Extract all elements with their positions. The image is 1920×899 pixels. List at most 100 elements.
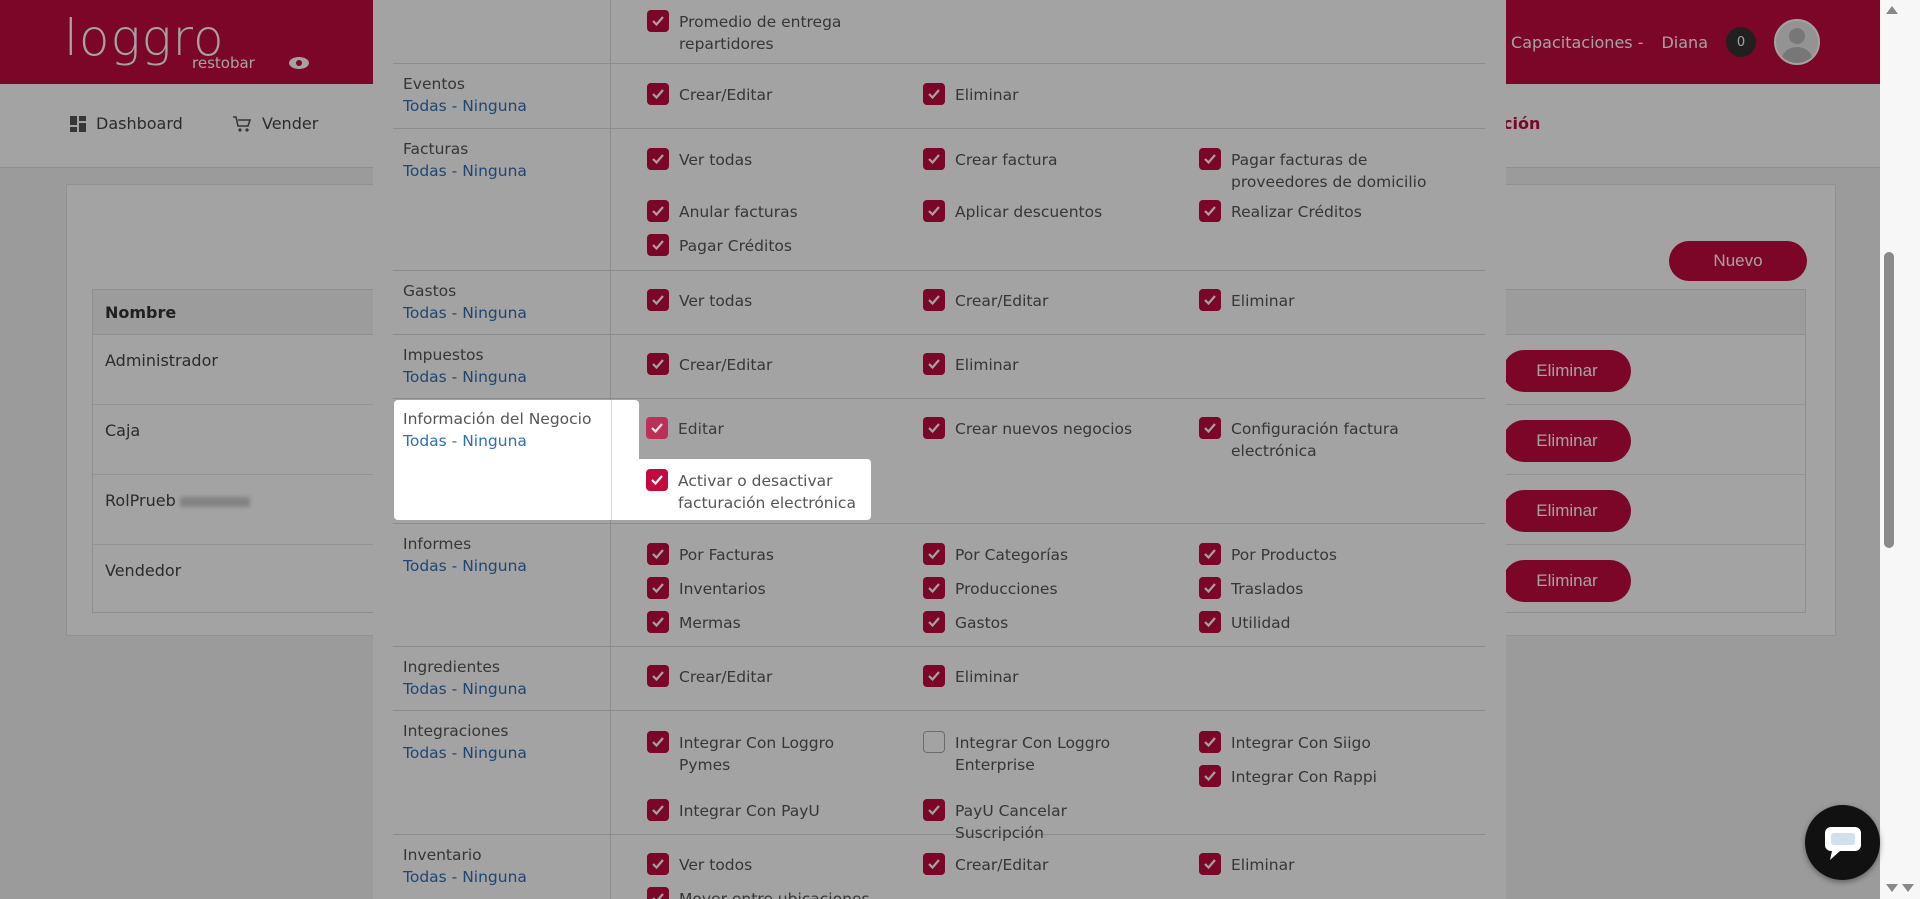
permission-checkbox[interactable]: Por Facturas (647, 543, 879, 566)
permission-checkbox[interactable]: Mermas (647, 611, 879, 634)
select-none-link[interactable]: Ninguna (462, 868, 527, 886)
chat-button[interactable] (1805, 805, 1880, 880)
checkbox-checked-icon (646, 417, 668, 439)
select-none-link[interactable]: Ninguna (462, 432, 527, 450)
select-all-link[interactable]: Todas (403, 868, 447, 886)
permission-checkbox[interactable]: Producciones (923, 577, 1155, 600)
checkbox-checked-icon (647, 799, 669, 821)
separator: - (446, 432, 463, 450)
permission-checkbox[interactable]: Crear/Editar (647, 83, 879, 106)
permission-checkbox[interactable]: Ver todas (647, 289, 879, 312)
permission-checkbox[interactable]: Utilidad (1199, 611, 1431, 634)
checkbox-checked-icon (647, 543, 669, 565)
permission-row-label: Inventario Todas - Ninguna (393, 835, 611, 899)
checkbox-checked-icon (1199, 417, 1221, 439)
separator: - (446, 304, 463, 322)
permission-checkbox[interactable]: Eliminar (1199, 853, 1431, 876)
permission-checkbox[interactable]: Integrar Con Siigo (1199, 731, 1431, 754)
permission-checkbox[interactable]: Mover entre ubicaciones (647, 887, 879, 899)
permission-checkbox[interactable]: Ver todas (647, 148, 879, 171)
select-none-link[interactable]: Ninguna (462, 304, 527, 322)
permission-checkbox[interactable]: Por Productos (1199, 543, 1431, 566)
permission-checkbox[interactable]: Crear/Editar (647, 353, 879, 376)
checkbox-checked-icon (647, 200, 669, 222)
permission-checkbox[interactable]: Por Categorías (923, 543, 1155, 566)
permission-checkbox[interactable]: Integrar Con PayU (647, 799, 879, 822)
permission-checkbox[interactable]: Crear factura (923, 148, 1155, 171)
select-all-link[interactable]: Todas (403, 97, 447, 115)
checkbox-checked-icon (647, 731, 669, 753)
permission-label: Aplicar descuentos (955, 203, 1103, 221)
select-none-link[interactable]: Ninguna (462, 680, 527, 698)
checkbox-checked-icon (647, 577, 669, 599)
permission-label: Crear/Editar (679, 668, 773, 686)
permission-checkbox[interactable]: Crear/Editar (923, 289, 1155, 312)
chat-icon (1824, 826, 1861, 860)
checkbox-checked-icon (1199, 148, 1221, 170)
permission-label: Por Facturas (679, 546, 774, 564)
permission-label: Por Categorías (955, 546, 1069, 564)
select-none-link[interactable]: Ninguna (462, 557, 527, 575)
permission-label: Mermas (679, 614, 741, 632)
select-all-none: Todas - Ninguna (403, 162, 527, 180)
permission-label: Crear factura (955, 151, 1058, 169)
permission-checkbox[interactable]: Configuración factura electrónica (1199, 417, 1431, 462)
select-all-link[interactable]: Todas (403, 368, 447, 386)
select-all-link[interactable]: Todas (403, 744, 447, 762)
separator: - (446, 557, 463, 575)
permission-label: Activar o desactivar facturación electró… (678, 472, 856, 512)
select-none-link[interactable]: Ninguna (462, 744, 527, 762)
permission-label: Eliminar (955, 668, 1019, 686)
permission-checkbox[interactable]: Activar o desactivar facturación electró… (646, 469, 878, 514)
permission-checkbox[interactable]: Eliminar (1199, 289, 1431, 312)
permission-checkbox[interactable]: Eliminar (923, 665, 1155, 688)
select-all-none: Todas - Ninguna (403, 304, 527, 322)
permission-checkbox[interactable]: Realizar Créditos (1199, 200, 1431, 223)
checkbox-checked-icon (1199, 543, 1221, 565)
select-none-link[interactable]: Ninguna (462, 162, 527, 180)
permission-checkbox[interactable]: Integrar Con Loggro Enterprise (923, 731, 1155, 776)
permission-row-label: Informes Todas - Ninguna (393, 524, 611, 646)
permission-checkbox[interactable]: Integrar Con Rappi (1199, 765, 1431, 788)
permission-label: Eliminar (955, 356, 1019, 374)
permission-checkbox[interactable]: Pagar facturas de proveedores de domicil… (1199, 148, 1451, 193)
permission-checkbox[interactable]: Gastos (923, 611, 1155, 634)
permission-checkbox[interactable]: Crear/Editar (647, 665, 879, 688)
checkbox-checked-icon (647, 148, 669, 170)
select-none-link[interactable]: Ninguna (462, 97, 527, 115)
permission-checkbox[interactable]: Anular facturas (647, 200, 879, 223)
permission-checkbox[interactable]: Eliminar (923, 83, 1155, 106)
permission-checkbox[interactable]: Traslados (1199, 577, 1431, 600)
scroll-down-icon[interactable] (1886, 884, 1898, 892)
permission-row-label: Gastos Todas - Ninguna (393, 271, 611, 334)
select-all-link[interactable]: Todas (403, 432, 447, 450)
permission-checkbox[interactable]: Ver todos (647, 853, 879, 876)
permission-checkbox[interactable]: Promedio de entrega repartidores (647, 10, 879, 55)
permission-row: Impuestos Todas - Ninguna Crear/Editar E… (393, 335, 1485, 399)
scroll-up-icon[interactable] (1886, 6, 1898, 14)
scroll-down-icon[interactable] (1902, 884, 1914, 892)
highlight-section-label: Información del Negocio Todas - Ninguna (394, 400, 639, 520)
select-all-link[interactable]: Todas (403, 680, 447, 698)
select-all-link[interactable]: Todas (403, 557, 447, 575)
permission-checkbox[interactable]: Aplicar descuentos (923, 200, 1155, 223)
select-all-link[interactable]: Todas (403, 304, 447, 322)
checkbox-checked-icon (1199, 731, 1221, 753)
permission-row-label: Impuestos Todas - Ninguna (393, 335, 611, 398)
checkbox-checked-icon (923, 148, 945, 170)
permission-checkbox[interactable]: Inventarios (647, 577, 879, 600)
permission-row: Integraciones Todas - Ninguna Integrar C… (393, 711, 1485, 842)
separator: - (446, 97, 463, 115)
permission-checkbox[interactable]: Eliminar (923, 353, 1155, 376)
permission-label: Eliminar (955, 86, 1019, 104)
select-none-link[interactable]: Ninguna (462, 368, 527, 386)
select-all-link[interactable]: Todas (403, 162, 447, 180)
permission-label: Por Productos (1231, 546, 1337, 564)
permission-checkbox[interactable]: Editar (646, 417, 878, 440)
permission-checkbox[interactable]: Crear/Editar (923, 853, 1155, 876)
scrollbar-thumb[interactable] (1884, 252, 1894, 548)
permission-label: Gastos (955, 614, 1009, 632)
permission-checkbox[interactable]: Pagar Créditos (647, 234, 879, 257)
permission-checkbox[interactable]: Integrar Con Loggro Pymes (647, 731, 879, 776)
permission-checkbox[interactable]: Crear nuevos negocios (923, 417, 1155, 440)
